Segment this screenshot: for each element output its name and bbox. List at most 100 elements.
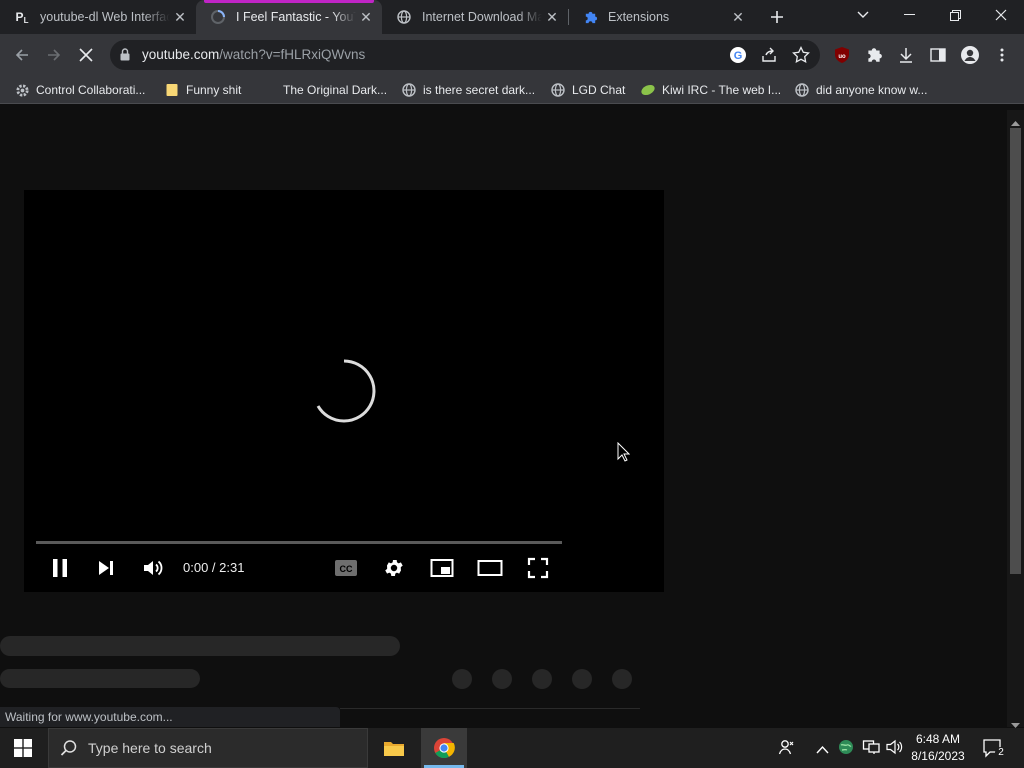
bookmark-lgd-chat[interactable]: LGD Chat	[550, 82, 625, 98]
kiwi-icon	[640, 82, 656, 98]
subtitles-button[interactable]: CC	[332, 554, 360, 582]
tab-idm[interactable]: Internet Download Manager ✕	[382, 0, 568, 34]
fullscreen-icon	[527, 557, 549, 579]
volume-icon[interactable]	[886, 739, 904, 760]
close-window-button[interactable]	[978, 0, 1024, 30]
start-button[interactable]	[0, 728, 46, 768]
stop-button[interactable]	[72, 41, 100, 69]
bookmark-secret-dark[interactable]: is there secret dark...	[401, 82, 535, 98]
network-icon[interactable]	[862, 739, 880, 760]
theater-mode-icon	[477, 560, 503, 576]
tab-title: I Feel Fantastic - YouTube	[236, 10, 356, 24]
side-panel-icon[interactable]	[929, 46, 947, 69]
folder-icon	[384, 742, 404, 756]
bookmark-kiwi-irc[interactable]: Kiwi IRC - The web I...	[640, 82, 781, 98]
profile-avatar-icon[interactable]	[960, 45, 980, 70]
new-tab-button[interactable]	[764, 4, 790, 30]
bookmark-label: did anyone know w...	[816, 83, 928, 97]
pause-icon	[53, 559, 67, 577]
next-button[interactable]	[92, 554, 120, 582]
miniplayer-icon	[430, 559, 454, 577]
puzzle-icon	[582, 9, 598, 25]
bookmark-label: Kiwi IRC - The web I...	[662, 83, 782, 97]
pl-letter-icon: PL	[15, 9, 29, 25]
close-icon[interactable]: ✕	[356, 7, 376, 27]
taskbar-clock[interactable]: 6:48 AM 8/16/2023	[904, 731, 972, 765]
clock-date: 8/16/2023	[911, 749, 965, 763]
scrollbar-thumb[interactable]	[1010, 128, 1021, 574]
globe-icon	[794, 82, 810, 98]
taskbar-search-placeholder: Type here to search	[88, 740, 212, 756]
video-time: 0:00 / 2:31	[183, 560, 245, 575]
tab-separator	[568, 9, 569, 25]
plus-icon	[771, 11, 783, 23]
back-button[interactable]	[8, 41, 36, 69]
url-text[interactable]: youtube.com/watch?v=fHLRxiQWvns	[142, 47, 365, 62]
lock-icon[interactable]	[120, 48, 130, 66]
close-icon[interactable]: ✕	[728, 7, 748, 27]
chevron-down-icon	[857, 11, 869, 18]
skeleton-action	[492, 669, 512, 689]
stop-icon	[79, 48, 93, 62]
globe-icon	[550, 82, 566, 98]
notification-count: 2	[995, 747, 1007, 759]
close-icon	[995, 9, 1007, 21]
tab-youtube-dl[interactable]: PL youtube-dl Web Interface ✕	[0, 0, 196, 34]
svg-text:G: G	[734, 50, 743, 62]
tab-search-button[interactable]	[840, 0, 886, 30]
gear-cog-icon	[14, 82, 30, 98]
google-lens-icon[interactable]: G	[729, 46, 747, 64]
bookmark-original-dark[interactable]: The Original Dark...	[283, 82, 387, 98]
skeleton-title	[0, 636, 400, 656]
clock-time: 6:48 AM	[915, 732, 961, 746]
mouse-cursor-icon	[617, 441, 631, 467]
url-path: /watch?v=fHLRxiQWvns	[219, 47, 366, 62]
folder-icon	[164, 82, 180, 98]
bookmark-control-collaboration[interactable]: Control Collaborati...	[14, 82, 145, 98]
extensions-puzzle-icon[interactable]	[865, 46, 883, 69]
people-icon[interactable]	[778, 738, 796, 761]
bookmark-did-anyone-know[interactable]: did anyone know w...	[794, 82, 927, 98]
settings-button[interactable]	[380, 554, 408, 582]
restore-icon	[949, 9, 961, 21]
skeleton-action	[612, 669, 632, 689]
url-host: youtube.com	[142, 47, 220, 62]
restore-button[interactable]	[932, 0, 978, 30]
skeleton-channel	[0, 669, 200, 688]
skeleton-action	[532, 669, 552, 689]
fullscreen-button[interactable]	[524, 554, 552, 582]
search-icon	[60, 739, 78, 762]
bookmark-folder-funny[interactable]: Funny shit	[164, 82, 241, 98]
network-globe-icon[interactable]	[838, 739, 854, 760]
skeleton-action	[452, 669, 472, 689]
globe-icon	[396, 9, 412, 25]
tab-extensions[interactable]: Extensions ✕	[568, 0, 754, 34]
tab-title: Internet Download Manager	[422, 10, 542, 24]
chrome-icon	[434, 738, 455, 759]
chrome-taskbar-button[interactable]	[421, 728, 467, 768]
ublock-icon[interactable]: uo	[833, 46, 851, 69]
chevron-up-icon[interactable]	[816, 741, 829, 759]
svg-text:uo: uo	[838, 54, 846, 60]
theater-mode-button[interactable]	[476, 554, 504, 582]
mute-button[interactable]	[139, 554, 167, 582]
close-icon[interactable]: ✕	[542, 7, 562, 27]
close-icon[interactable]: ✕	[170, 7, 190, 27]
download-icon[interactable]	[897, 46, 915, 69]
star-icon[interactable]	[792, 45, 810, 69]
bookmark-label: is there secret dark...	[423, 83, 536, 97]
loading-spinner-icon	[310, 357, 378, 430]
minimize-button[interactable]	[886, 0, 932, 30]
share-icon[interactable]	[760, 46, 778, 69]
pause-button[interactable]	[46, 554, 74, 582]
miniplayer-button[interactable]	[428, 554, 456, 582]
bookmark-label: Funny shit	[186, 83, 242, 97]
video-progress-bar[interactable]	[36, 541, 562, 544]
menu-kebab-icon[interactable]	[995, 46, 1009, 69]
tab-youtube[interactable]: I Feel Fantastic - YouTube ✕	[196, 0, 382, 34]
windows-logo-icon	[14, 739, 32, 757]
forward-button[interactable]	[40, 41, 68, 69]
globe-icon	[401, 82, 417, 98]
file-explorer-button[interactable]	[371, 728, 417, 768]
notifications-button[interactable]: 2	[982, 738, 1007, 763]
